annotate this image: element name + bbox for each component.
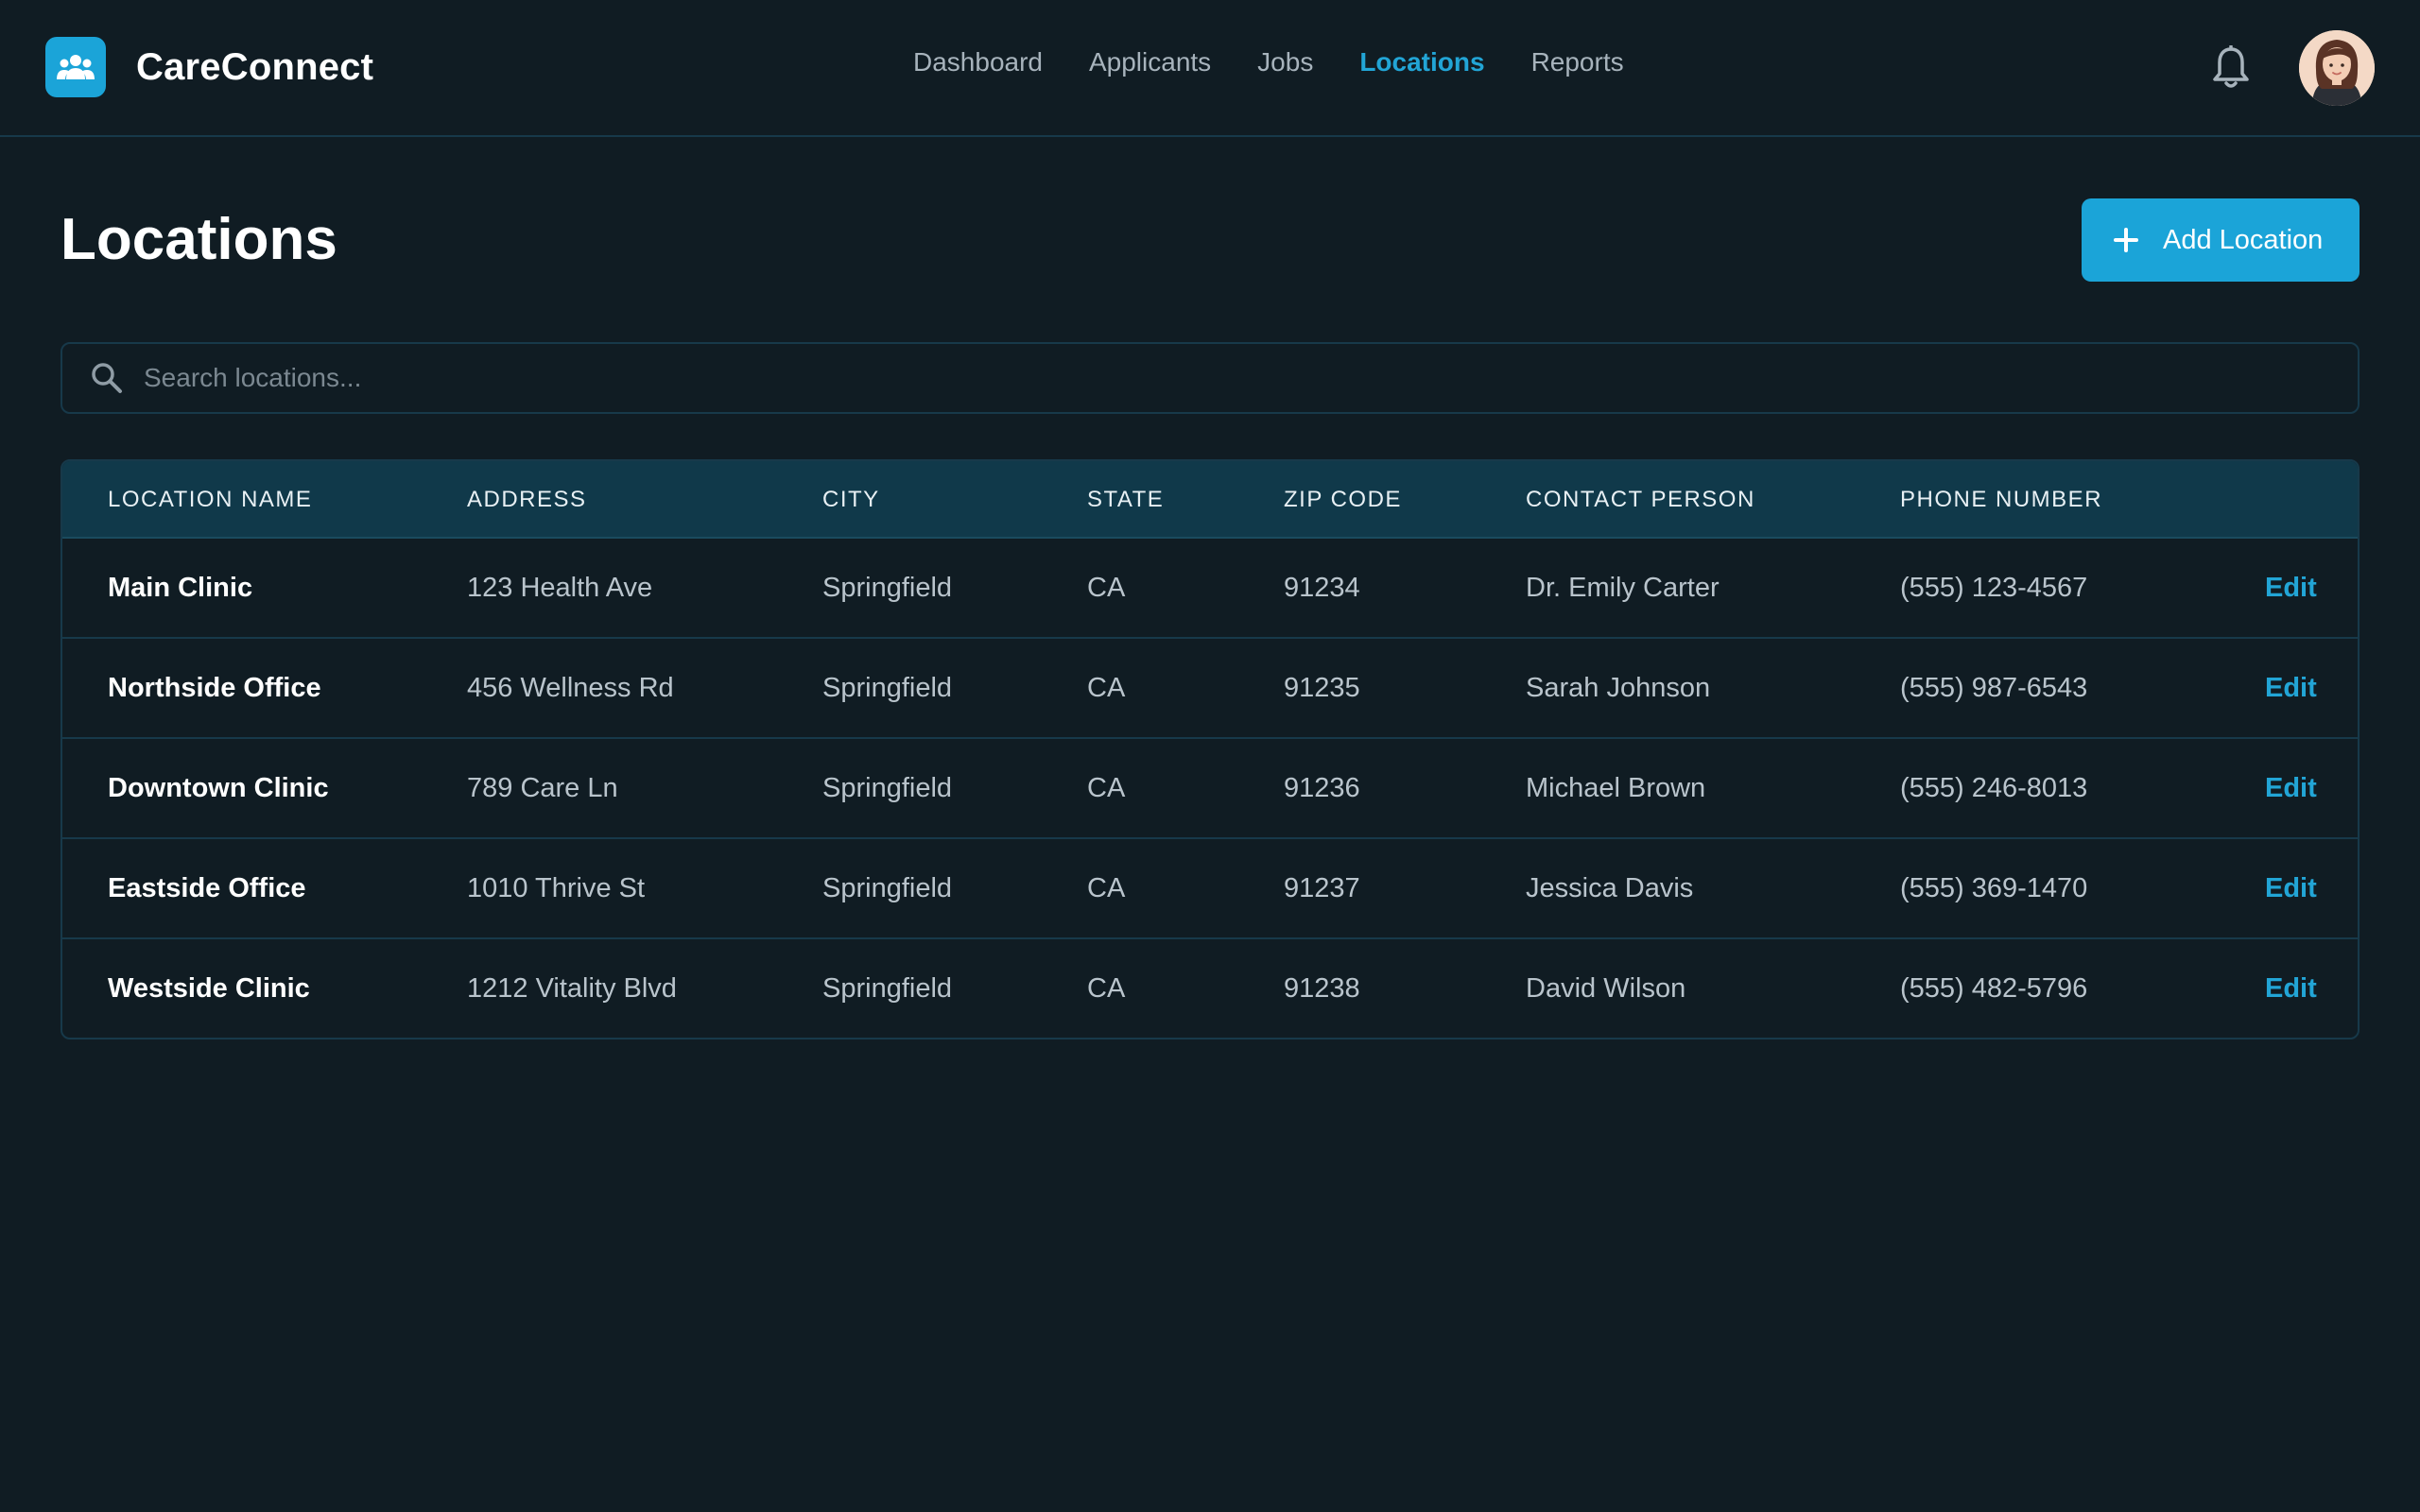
cell-zip-code: 91237 <box>1284 873 1360 903</box>
table-header: LOCATION NAME ADDRESS CITY STATE ZIP COD… <box>62 461 2358 539</box>
column-header-city[interactable]: CITY <box>822 461 880 539</box>
cell-state: CA <box>1087 973 1126 1004</box>
cell-phone-number: (555) 482-5796 <box>1900 973 2088 1004</box>
cell-contact-person: Sarah Johnson <box>1526 673 1711 703</box>
cell-state: CA <box>1087 573 1126 603</box>
cell-city: Springfield <box>822 873 953 903</box>
cell-address: 1010 Thrive St <box>467 873 646 903</box>
column-header-location-name[interactable]: LOCATION NAME <box>108 461 312 539</box>
column-header-phone-number[interactable]: PHONE NUMBER <box>1900 461 2102 539</box>
cell-contact-person: Dr. Emily Carter <box>1526 573 1720 603</box>
add-location-button[interactable]: Add Location <box>2082 198 2360 282</box>
cell-contact-person: David Wilson <box>1526 973 1686 1004</box>
edit-button[interactable]: Edit <box>2265 739 2317 837</box>
column-header-state[interactable]: STATE <box>1087 461 1164 539</box>
table-row: Northside Office 456 Wellness Rd Springf… <box>62 639 2358 739</box>
cell-phone-number: (555) 369-1470 <box>1900 873 2088 903</box>
avatar[interactable] <box>2299 30 2375 106</box>
table-row: Eastside Office 1010 Thrive St Springfie… <box>62 839 2358 939</box>
nav-item-applicants[interactable]: Applicants <box>1089 47 1211 77</box>
edit-button[interactable]: Edit <box>2265 839 2317 937</box>
cell-state: CA <box>1087 673 1126 703</box>
edit-button[interactable]: Edit <box>2265 639 2317 737</box>
cell-address: 123 Health Ave <box>467 573 653 603</box>
plus-icon <box>2114 228 2138 252</box>
locations-table: LOCATION NAME ADDRESS CITY STATE ZIP COD… <box>60 459 2360 1040</box>
search-icon <box>89 360 125 396</box>
edit-button[interactable]: Edit <box>2265 539 2317 637</box>
cell-address: 456 Wellness Rd <box>467 673 674 703</box>
cell-city: Springfield <box>822 573 953 603</box>
users-group-icon <box>45 37 106 97</box>
cell-zip-code: 91235 <box>1284 673 1360 703</box>
app-name: CareConnect <box>136 45 374 88</box>
cell-city: Springfield <box>822 973 953 1004</box>
cell-contact-person: Michael Brown <box>1526 773 1706 803</box>
cell-location-name: Downtown Clinic <box>108 773 329 803</box>
table-row: Downtown Clinic 789 Care Ln Springfield … <box>62 739 2358 839</box>
cell-phone-number: (555) 123-4567 <box>1900 573 2088 603</box>
table-row: Westside Clinic 1212 Vitality Blvd Sprin… <box>62 939 2358 1038</box>
column-header-contact-person[interactable]: CONTACT PERSON <box>1526 461 1755 539</box>
cell-address: 789 Care Ln <box>467 773 618 803</box>
cell-zip-code: 91238 <box>1284 973 1360 1004</box>
cell-state: CA <box>1087 873 1126 903</box>
cell-phone-number: (555) 987-6543 <box>1900 673 2088 703</box>
cell-location-name: Main Clinic <box>108 573 253 603</box>
cell-address: 1212 Vitality Blvd <box>467 973 677 1004</box>
nav-item-reports[interactable]: Reports <box>1531 47 1624 77</box>
column-header-address[interactable]: ADDRESS <box>467 461 587 539</box>
brand[interactable]: CareConnect <box>45 37 373 97</box>
main-nav: Dashboard Applicants Jobs Locations Repo… <box>913 47 1670 77</box>
add-location-label: Add Location <box>2163 224 2324 255</box>
cell-location-name: Eastside Office <box>108 873 306 903</box>
page-title: Locations <box>60 207 337 272</box>
cell-contact-person: Jessica Davis <box>1526 873 1694 903</box>
cell-city: Springfield <box>822 673 953 703</box>
table-row: Main Clinic 123 Health Ave Springfield C… <box>62 539 2358 639</box>
edit-button[interactable]: Edit <box>2265 939 2317 1038</box>
nav-item-dashboard[interactable]: Dashboard <box>913 47 1043 77</box>
nav-item-jobs[interactable]: Jobs <box>1257 47 1313 77</box>
cell-zip-code: 91236 <box>1284 773 1360 803</box>
search-input[interactable] <box>144 350 2358 406</box>
cell-zip-code: 91234 <box>1284 573 1360 603</box>
cell-location-name: Northside Office <box>108 673 321 703</box>
cell-location-name: Westside Clinic <box>108 973 310 1004</box>
cell-city: Springfield <box>822 773 953 803</box>
nav-item-locations[interactable]: Locations <box>1359 47 1484 77</box>
column-header-zip-code[interactable]: ZIP CODE <box>1284 461 1402 539</box>
top-navigation-bar: CareConnect Dashboard Applicants Jobs Lo… <box>0 0 2420 137</box>
search-bar <box>60 342 2360 414</box>
cell-phone-number: (555) 246-8013 <box>1900 773 2088 803</box>
cell-state: CA <box>1087 773 1126 803</box>
bell-icon[interactable] <box>2210 44 2252 91</box>
